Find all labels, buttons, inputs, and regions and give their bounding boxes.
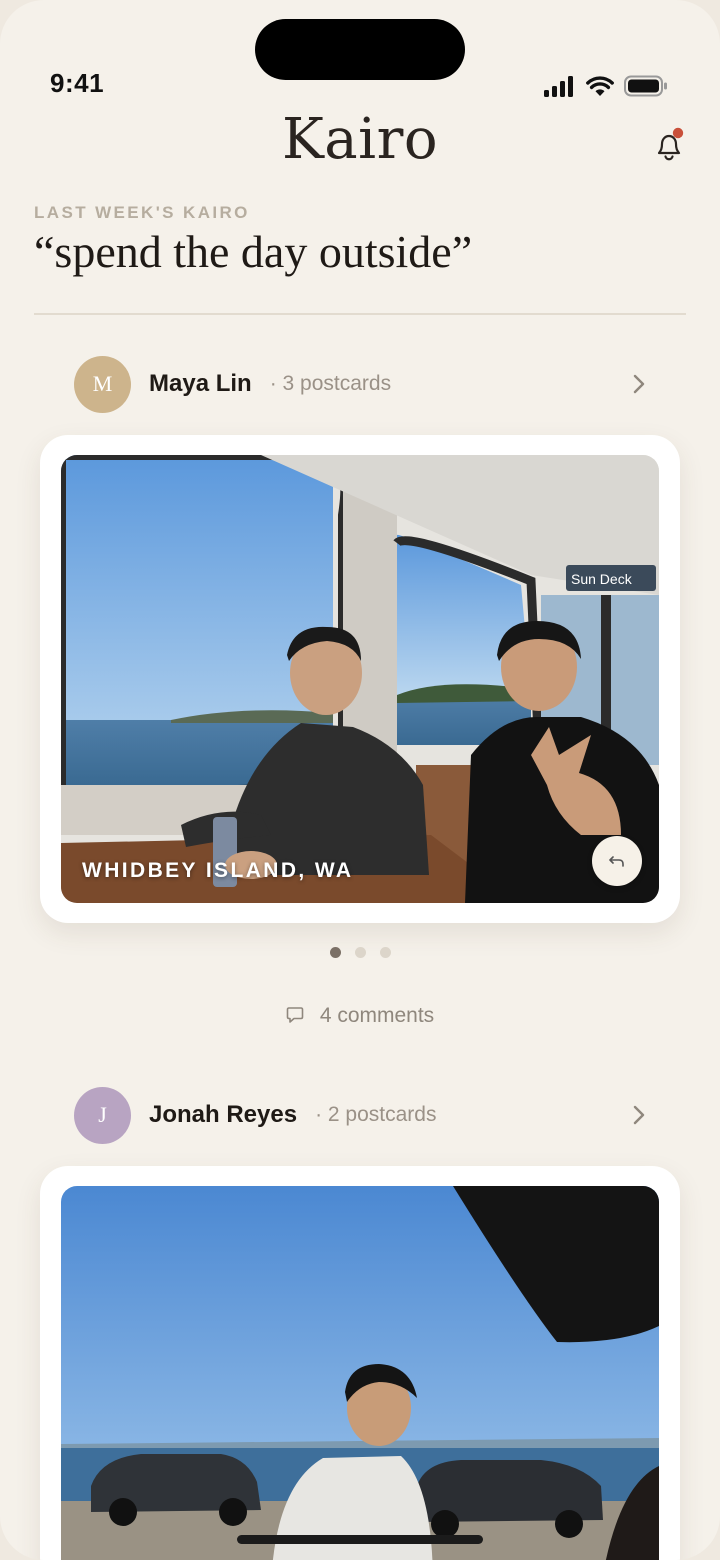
notification-badge [672,127,684,139]
pagination-dots[interactable] [0,947,720,958]
post-header[interactable]: M Maya Lin · 3 postcards [74,355,646,413]
svg-text:Sun Deck: Sun Deck [571,571,633,587]
ferry-photo: Sun Deck [61,455,659,903]
wifi-icon [586,76,614,96]
beach-photo [61,1186,659,1560]
avatar[interactable]: M [74,355,131,413]
weekly-prompt: “spend the day outside” [34,226,473,277]
comments-link[interactable]: 4 comments [0,1004,720,1028]
divider [34,313,686,315]
postcard[interactable]: Sun Deck WHIDBEY ISLAND, WA [40,435,680,923]
app-screen: 9:41 Kairo LAST WEEK'S KAIRO “spend the … [0,0,720,1560]
postcard-count: · 3 postcards [269,372,392,395]
pagination-dot[interactable] [354,947,366,958]
post-header[interactable]: J Jonah Reyes · 2 postcards [74,1086,646,1144]
location-caption: WHIDBEY ISLAND, WA [82,859,354,882]
postcard[interactable] [40,1166,680,1560]
postcard-photo[interactable]: Sun Deck [61,455,659,903]
dynamic-island [255,19,465,80]
section-label: LAST WEEK'S KAIRO [34,203,250,222]
avatar-initial: M [92,371,113,396]
battery-icon [624,75,667,97]
comments-count: 4 comments [319,1004,435,1027]
author-name[interactable]: Jonah Reyes [149,1101,297,1129]
status-time: 9:41 [50,68,105,98]
bell-icon [657,127,684,161]
chevron-right-icon[interactable] [632,373,646,395]
author-name[interactable]: Maya Lin [149,370,252,398]
avatar[interactable]: J [74,1086,131,1144]
notifications-button[interactable] [650,126,688,164]
comment-bubble-icon [286,1007,304,1023]
pagination-dot[interactable] [379,947,391,958]
avatar-initial: J [98,1102,107,1127]
status-icons [544,75,668,97]
app-title: Kairo [281,107,439,172]
flip-postcard-button[interactable] [592,836,642,886]
pagination-dot[interactable] [329,947,341,958]
postcard-count: · 2 postcards [315,1103,437,1126]
postcard-photo[interactable] [61,1186,659,1560]
chevron-right-icon[interactable] [632,1104,646,1126]
undo-flip-icon [609,856,624,867]
home-indicator [237,1535,483,1544]
cellular-signal-icon [544,76,573,97]
